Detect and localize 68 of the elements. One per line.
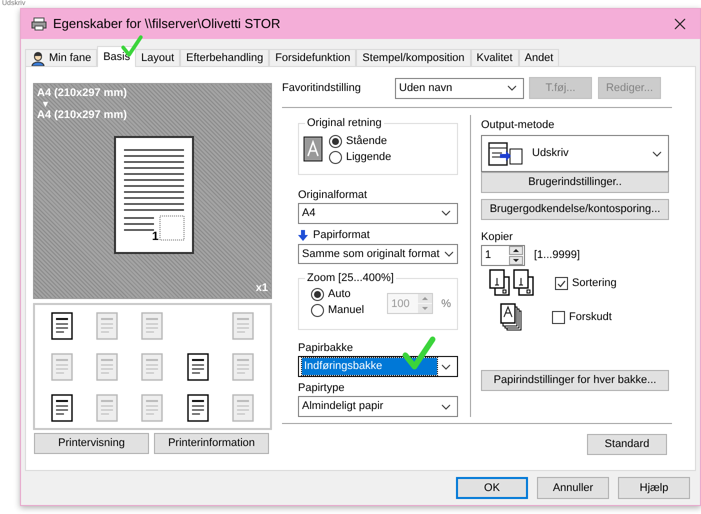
chevron-down-icon bbox=[441, 210, 451, 216]
group-title: Original retning bbox=[305, 116, 384, 130]
user-settings-button[interactable]: Brugerindstillinger.. bbox=[481, 172, 669, 193]
standard-button[interactable]: Standard bbox=[587, 434, 667, 455]
printer-icon bbox=[31, 17, 47, 31]
collate-pages-icon bbox=[489, 269, 535, 297]
tab[interactable]: Stempel/komposition bbox=[356, 49, 471, 67]
tray-settings-button[interactable]: Papirindstillinger for hver bakke... bbox=[481, 370, 669, 391]
tab[interactable]: Kvalitet bbox=[470, 49, 519, 67]
checkbox-label: Forskudt bbox=[569, 310, 612, 325]
window-title: Egenskaber for \\filserver\Olivetti STOR bbox=[53, 15, 280, 34]
tab[interactable]: Basis bbox=[97, 46, 136, 67]
field-label: Originalformat bbox=[298, 188, 368, 203]
tab[interactable]: Andet bbox=[518, 49, 560, 67]
close-icon bbox=[674, 18, 686, 30]
checkbox[interactable] bbox=[555, 276, 568, 290]
range-label: [1...9999] bbox=[534, 248, 580, 264]
checkbox[interactable] bbox=[552, 310, 565, 324]
paper-tray-dropdown[interactable]: Indføringsbakke bbox=[298, 356, 458, 378]
field-label: Papirtype bbox=[298, 381, 346, 396]
radio-button[interactable] bbox=[329, 134, 342, 148]
radio-label: Manuel bbox=[328, 303, 364, 318]
unit-label: % bbox=[441, 296, 451, 312]
group-title: Zoom [25...400%] bbox=[305, 271, 396, 286]
chevron-down-icon bbox=[441, 364, 451, 370]
preview-button[interactable]: Printervisning bbox=[34, 433, 149, 454]
paper-size-label: A4 (210x297 mm) bbox=[37, 87, 128, 100]
tab[interactable]: Efterbehandling bbox=[180, 49, 270, 67]
chevron-down-icon bbox=[652, 150, 662, 156]
arrow-text: ▼ bbox=[40, 100, 51, 109]
paper-format-dropdown[interactable]: Samme som originalt format bbox=[298, 244, 458, 264]
copies-spinbox[interactable]: 1 bbox=[481, 245, 525, 266]
output-method-dropdown[interactable]: Udskriv bbox=[481, 135, 669, 172]
dialog-button[interactable]: Hjælp bbox=[618, 477, 690, 499]
paper-size-label: A4 (210x297 mm) bbox=[37, 109, 128, 122]
dialog-button[interactable]: OK bbox=[456, 477, 528, 499]
field-label: Output-metode bbox=[481, 118, 556, 133]
tab[interactable]: Min fane bbox=[25, 49, 98, 67]
radio-label: Stående bbox=[346, 134, 387, 149]
spinner-arrows-icon bbox=[418, 294, 432, 314]
radio-button[interactable] bbox=[329, 150, 342, 164]
tab[interactable]: Layout bbox=[135, 49, 180, 67]
paper-type-dropdown[interactable]: Almindeligt papir bbox=[298, 396, 458, 417]
arrow-down-icon bbox=[298, 230, 308, 241]
portrait-page-icon bbox=[303, 136, 323, 162]
chevron-down-icon bbox=[441, 404, 451, 410]
chevron-down-icon bbox=[444, 251, 454, 257]
field-label: Papirformat bbox=[313, 228, 370, 243]
check-mark-icon bbox=[402, 335, 436, 371]
radio-label: Liggende bbox=[346, 150, 392, 165]
user-settings-button[interactable]: Brugergodkendelse/kontosporing... bbox=[481, 199, 669, 220]
preview-button[interactable]: Printerinformation bbox=[154, 433, 269, 454]
spinner-arrows-icon bbox=[509, 246, 523, 265]
person-icon bbox=[31, 52, 45, 66]
copies-label: x1 bbox=[256, 280, 268, 296]
checkbox-label: Sortering bbox=[572, 276, 617, 291]
printer-output-icon bbox=[488, 140, 524, 166]
offset-stack-icon bbox=[499, 302, 523, 332]
favorite-dropdown[interactable]: Uden navn bbox=[395, 78, 524, 98]
field-label: Favoritindstilling bbox=[282, 80, 362, 96]
field-label: Papirbakke bbox=[298, 341, 354, 356]
dialog-button[interactable]: Annuller bbox=[537, 477, 609, 499]
chevron-down-icon bbox=[507, 85, 517, 91]
tab[interactable]: Forsidefunktion bbox=[269, 49, 356, 67]
page-preview-drawing: 1 bbox=[114, 136, 194, 254]
field-label: Kopier bbox=[481, 230, 514, 245]
radio-label: Auto bbox=[328, 287, 351, 302]
original-format-dropdown[interactable]: A4 bbox=[298, 202, 458, 224]
